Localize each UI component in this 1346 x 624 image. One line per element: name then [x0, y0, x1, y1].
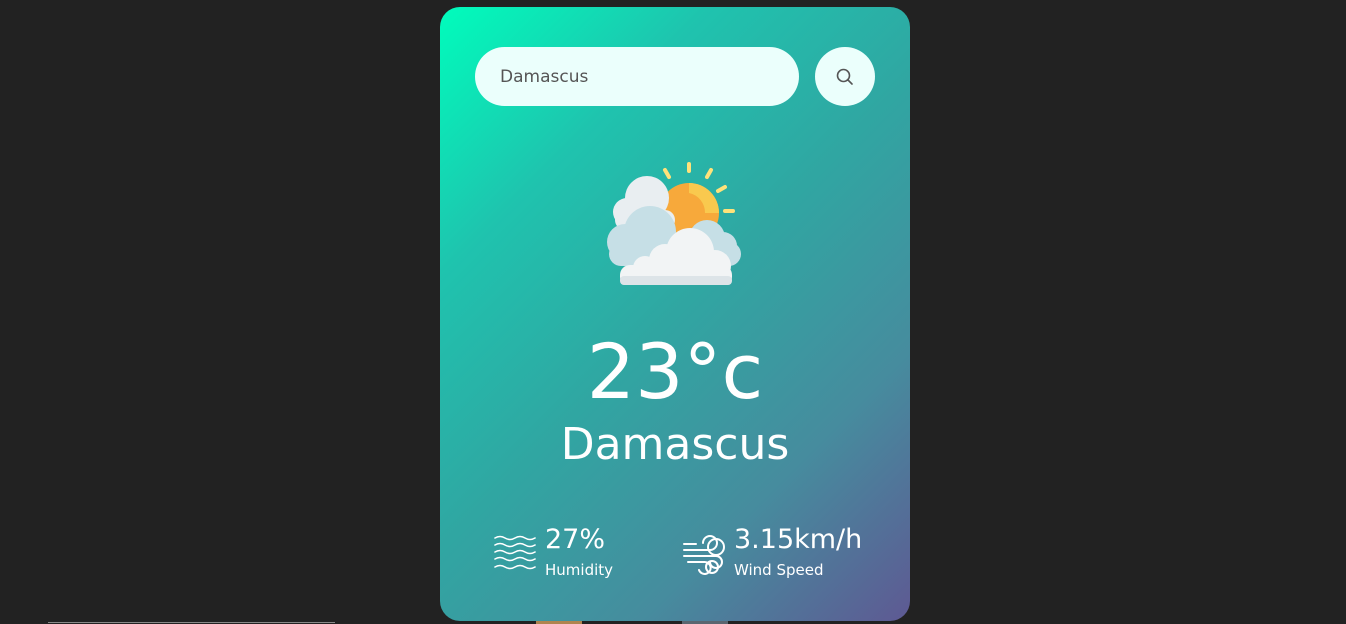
search-button[interactable] — [815, 47, 875, 106]
wind-speed-label: Wind Speed — [734, 561, 824, 579]
wind-speed-value: 3.15km/h — [734, 524, 863, 555]
page-bottom-divider — [48, 622, 335, 623]
humidity-value: 27% — [545, 524, 606, 555]
sun-behind-clouds-icon — [605, 160, 745, 287]
wind-icon — [682, 533, 726, 575]
humidity-waves-icon — [494, 534, 538, 574]
humidity-label: Humidity — [545, 561, 614, 579]
weather-card: 23°c Damascus 27% Humidity 3.15 — [440, 7, 910, 621]
search-icon — [836, 68, 854, 86]
search-input[interactable] — [475, 47, 799, 106]
temperature: 23°c — [586, 327, 764, 416]
city-name: Damascus — [560, 419, 790, 470]
